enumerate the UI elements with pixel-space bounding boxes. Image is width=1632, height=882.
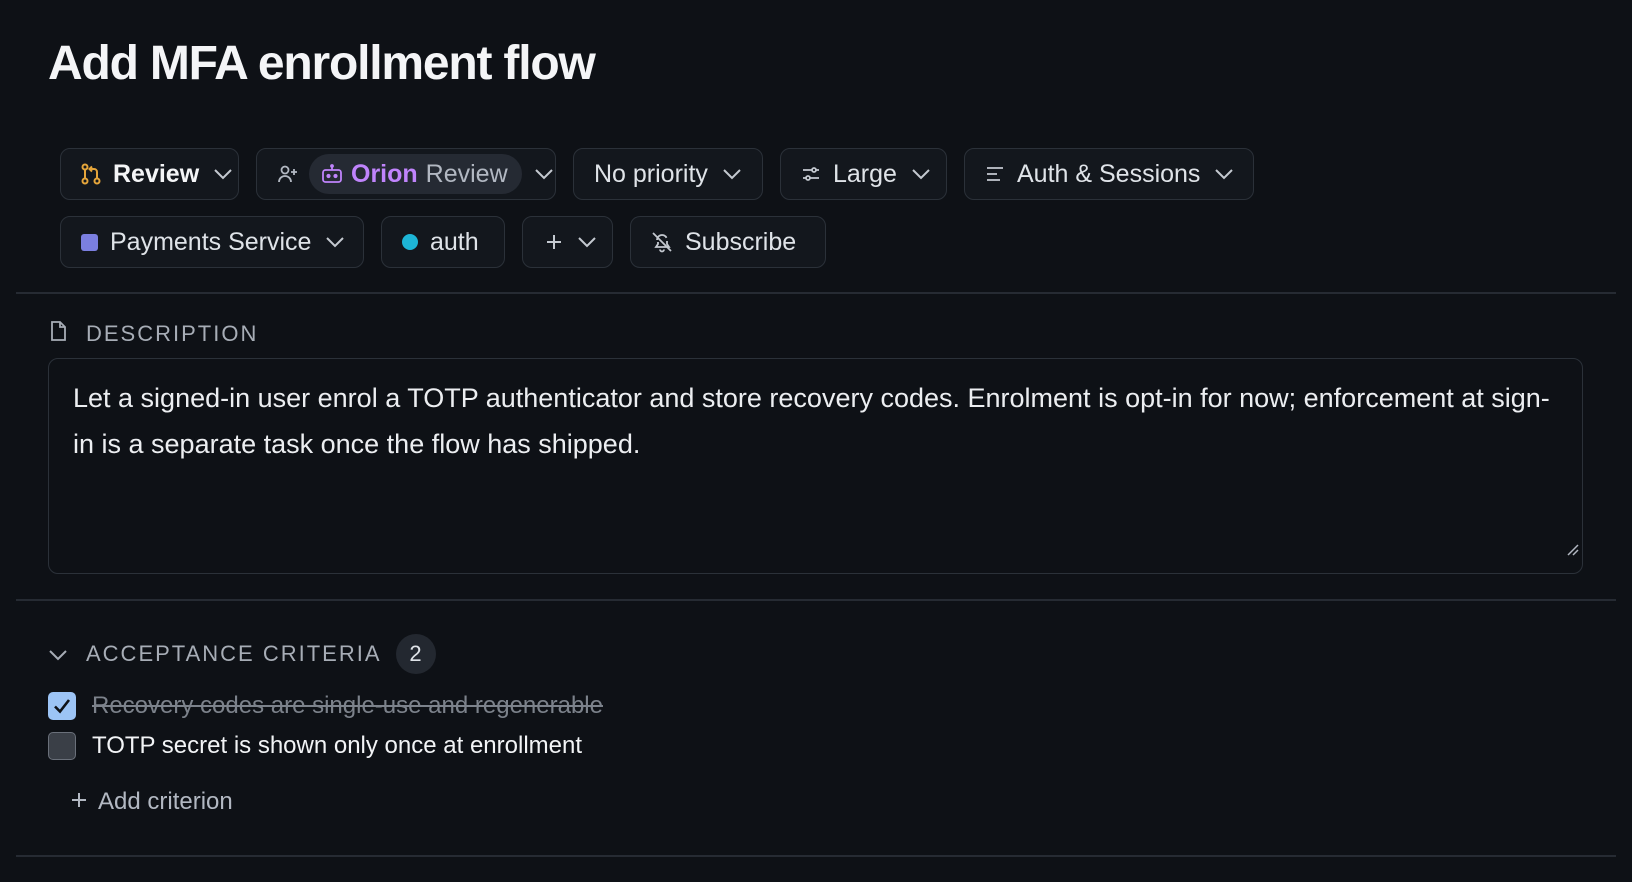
add-label-dropdown[interactable]: [522, 216, 613, 268]
label-tag-text: auth: [430, 227, 479, 256]
bell-off-icon: [651, 231, 673, 253]
chevron-down-icon: [325, 236, 345, 248]
size-dropdown[interactable]: Large: [780, 148, 947, 200]
sliders-icon: [801, 165, 821, 183]
plus-icon: [70, 788, 88, 816]
add-user-icon: [277, 164, 299, 184]
task-detail-page: Add MFA enrollment flow Review Orion Rev…: [0, 0, 1632, 882]
criterion-item: Recovery codes are single-use and regene…: [48, 692, 603, 720]
chevron-down-icon: [1214, 168, 1234, 180]
description-text: Let a signed-in user enrol a TOTP authen…: [73, 383, 1550, 459]
assignee-name: Orion: [351, 159, 418, 188]
chevron-down-icon: [213, 168, 233, 180]
description-textarea[interactable]: Let a signed-in user enrol a TOTP authen…: [48, 358, 1583, 574]
acceptance-criteria-heading[interactable]: ACCEPTANCE CRITERIA 2: [48, 634, 436, 674]
chevron-down-icon: [911, 168, 931, 180]
plus-icon: [545, 233, 563, 251]
size-label: Large: [833, 159, 897, 188]
subscribe-button[interactable]: Subscribe: [630, 216, 826, 268]
resize-handle-icon[interactable]: [1564, 525, 1580, 571]
assignee-pill[interactable]: Orion Review: [309, 154, 522, 194]
description-heading: DESCRIPTION: [48, 320, 258, 348]
chevron-down-icon[interactable]: [48, 641, 68, 667]
status-dropdown[interactable]: Review: [60, 148, 239, 200]
divider: [16, 292, 1616, 294]
criterion-checkbox[interactable]: [48, 732, 76, 760]
align-left-icon: [985, 165, 1005, 183]
git-pull-request-icon: [81, 163, 101, 185]
add-criterion-button[interactable]: Add criterion: [70, 788, 233, 816]
description-heading-text: DESCRIPTION: [86, 321, 259, 346]
assignee-role: Review: [425, 159, 508, 188]
criterion-checkbox[interactable]: [48, 692, 76, 720]
epic-dropdown[interactable]: Auth & Sessions: [964, 148, 1254, 200]
bot-icon: [321, 164, 343, 184]
task-title[interactable]: Add MFA enrollment flow: [48, 36, 596, 91]
project-dropdown[interactable]: Payments Service: [60, 216, 364, 268]
criterion-text[interactable]: TOTP secret is shown only once at enroll…: [92, 732, 582, 760]
chevron-down-icon: [722, 168, 742, 180]
property-row-primary: Review Orion Review No priority Large Au…: [60, 148, 1254, 200]
status-label: Review: [113, 159, 200, 188]
label-color-dot: [402, 234, 418, 250]
chevron-down-icon: [534, 168, 554, 180]
property-row-secondary: Payments Service auth Subscribe: [60, 216, 826, 268]
assignee-dropdown[interactable]: Orion Review: [256, 148, 556, 200]
criteria-count-badge: 2: [395, 634, 436, 674]
label-tag-auth[interactable]: auth: [381, 216, 505, 268]
subscribe-label: Subscribe: [685, 227, 797, 256]
divider: [16, 599, 1616, 601]
criterion-item: TOTP secret is shown only once at enroll…: [48, 732, 582, 760]
priority-label: No priority: [594, 159, 708, 188]
divider: [16, 855, 1616, 857]
project-color-swatch: [81, 233, 98, 251]
document-icon: [48, 320, 68, 348]
checkmark-icon: [54, 699, 71, 714]
chevron-down-icon: [577, 236, 597, 248]
criterion-text[interactable]: Recovery codes are single-use and regene…: [92, 692, 603, 720]
project-label: Payments Service: [110, 227, 312, 256]
add-criterion-label: Add criterion: [98, 788, 233, 815]
acceptance-heading-text: ACCEPTANCE CRITERIA: [86, 641, 382, 666]
epic-label: Auth & Sessions: [1017, 159, 1201, 188]
priority-dropdown[interactable]: No priority: [573, 148, 763, 200]
